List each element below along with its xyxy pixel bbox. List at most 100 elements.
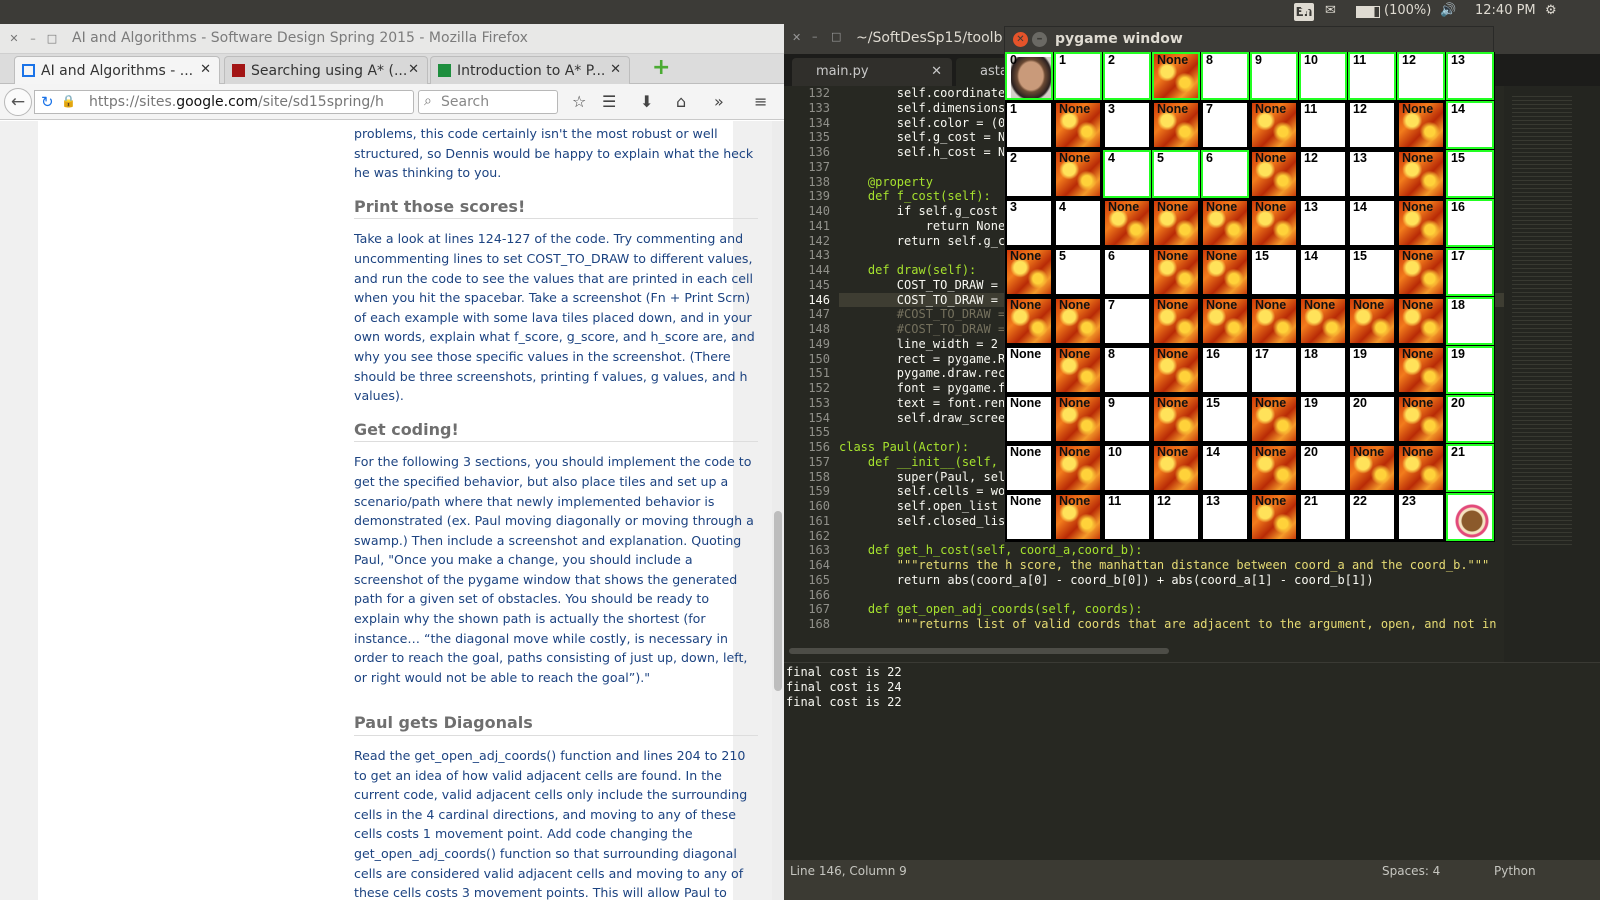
grid-cell[interactable]: None [1005,346,1053,394]
grid-cell[interactable]: 2 [1005,150,1053,198]
grid-cell[interactable]: 12 [1152,493,1200,541]
grid-cell[interactable]: 8 [1201,52,1249,100]
lava-cell[interactable]: None [1397,248,1445,296]
grid-cell[interactable]: 20 [1299,444,1347,492]
grid-cell[interactable]: 14 [1201,444,1249,492]
grid-cell[interactable]: 13 [1348,150,1396,198]
grid-cell[interactable]: 7 [1103,297,1151,345]
tab-searching-astar[interactable]: Searching using A* (... ✕ [224,56,428,84]
battery-icon[interactable] [1356,6,1380,18]
grid-cell[interactable]: 6 [1201,150,1249,198]
mail-icon[interactable]: ✉ [1325,3,1336,18]
paul-start-cell[interactable]: 0 [1005,52,1053,100]
astar-grid[interactable]: 0 1 2 None 8 9 10 11 12 13 1 None 3 None 7 None 11 12 None… [1005,52,1495,542]
grid-cell[interactable]: 17 [1250,346,1298,394]
search-input[interactable]: ⌕ Search [418,90,558,114]
lava-cell[interactable]: None [1250,444,1298,492]
lava-cell[interactable]: None [1250,101,1298,149]
lava-cell[interactable]: None [1201,297,1249,345]
maximize-icon[interactable]: □ [831,30,841,43]
grid-cell[interactable]: 5 [1054,248,1102,296]
grid-cell[interactable]: 4 [1103,150,1151,198]
close-tab-icon[interactable]: ✕ [408,62,419,77]
lava-cell[interactable]: None [1152,199,1200,247]
menu-icon[interactable]: ≡ [754,92,767,111]
reading-list-icon[interactable]: ☰ [602,92,616,111]
grid-cell[interactable]: 10 [1299,52,1347,100]
download-icon[interactable]: ⬇ [640,92,653,111]
page-scrollbar[interactable] [772,121,784,900]
bluetooth-icon[interactable]: ✱ [1300,3,1311,18]
lava-cell[interactable]: None [1348,297,1396,345]
grid-cell[interactable]: 13 [1446,52,1494,100]
lava-cell[interactable]: None [1201,248,1249,296]
grid-cell[interactable]: 9 [1250,52,1298,100]
minimize-icon[interactable]: – [812,30,818,43]
grid-cell[interactable]: 10 [1103,444,1151,492]
grid-cell[interactable]: 19 [1299,395,1347,443]
horizontal-scrollbar[interactable] [789,648,1169,654]
lava-cell[interactable]: None [1054,346,1102,394]
grid-cell[interactable]: 5 [1152,150,1200,198]
grid-cell[interactable]: 6 [1103,248,1151,296]
close-icon[interactable]: ✕ [1013,32,1028,47]
grid-cell[interactable]: 15 [1446,150,1494,198]
lava-cell[interactable]: None [1397,395,1445,443]
lava-cell[interactable]: None [1005,297,1053,345]
grid-cell[interactable]: 12 [1299,150,1347,198]
scrollbar-thumb[interactable] [774,511,782,691]
home-icon[interactable]: ⌂ [676,92,686,111]
volume-icon[interactable]: 🔊 [1440,3,1456,18]
bookmark-star-icon[interactable]: ☆ [572,92,586,111]
lava-cell[interactable]: None [1152,444,1200,492]
grid-cell[interactable]: 20 [1348,395,1396,443]
close-icon[interactable]: ✕ [8,33,20,45]
grid-cell[interactable]: 21 [1299,493,1347,541]
grid-cell[interactable]: None [1005,493,1053,541]
grid-cell[interactable]: 18 [1446,297,1494,345]
grid-cell[interactable]: None [1005,395,1053,443]
lava-cell[interactable]: None [1397,101,1445,149]
lava-cell[interactable]: None [1152,248,1200,296]
lava-cell[interactable]: None [1103,199,1151,247]
grid-cell[interactable]: 15 [1201,395,1249,443]
lava-cell[interactable]: None [1201,199,1249,247]
minimize-icon[interactable]: – [1032,32,1047,47]
lava-cell[interactable]: None [1054,297,1102,345]
lava-cell[interactable]: None [1152,297,1200,345]
grid-cell[interactable]: 13 [1201,493,1249,541]
lava-cell[interactable]: None [1152,395,1200,443]
lava-cell[interactable]: None [1152,52,1200,100]
grid-cell[interactable]: 13 [1299,199,1347,247]
grid-cell[interactable]: 14 [1446,101,1494,149]
lava-cell[interactable]: None [1348,444,1396,492]
grid-cell[interactable]: 4 [1054,199,1102,247]
grid-cell[interactable]: 11 [1299,101,1347,149]
lava-cell[interactable]: None [1250,493,1298,541]
url-bar[interactable]: ↻ 🔒 https://sites.google.com/site/sd15sp… [34,90,414,114]
grid-cell[interactable]: 15 [1348,248,1396,296]
clock[interactable]: 12:40 PM [1475,3,1536,18]
lava-cell[interactable]: None [1397,444,1445,492]
grid-cell[interactable]: 11 [1103,493,1151,541]
grid-cell[interactable]: 22 [1348,493,1396,541]
grid-cell[interactable]: 14 [1348,199,1396,247]
grid-cell[interactable]: 23 [1397,493,1445,541]
close-tab-icon[interactable]: ✕ [200,62,211,77]
lava-cell[interactable]: None [1250,199,1298,247]
grid-cell[interactable]: 15 [1250,248,1298,296]
grid-cell[interactable]: 11 [1348,52,1396,100]
grid-cell[interactable]: 3 [1005,199,1053,247]
gear-icon[interactable]: ⚙ [1545,3,1557,18]
lava-cell[interactable]: None [1299,297,1347,345]
tab-ai-algorithms[interactable]: AI and Algorithms - ... ✕ [14,56,220,84]
grid-cell[interactable]: 20 [1446,395,1494,443]
grid-cell[interactable]: 2 [1103,52,1151,100]
tab-intro-astar[interactable]: Introduction to A* P... ✕ [430,56,630,84]
grid-cell[interactable]: 14 [1299,248,1347,296]
grid-cell[interactable]: 1 [1005,101,1053,149]
minimize-icon[interactable]: – [27,33,39,45]
lava-cell[interactable]: None [1397,346,1445,394]
grid-cell[interactable]: 9 [1103,395,1151,443]
lava-cell[interactable]: None [1152,346,1200,394]
